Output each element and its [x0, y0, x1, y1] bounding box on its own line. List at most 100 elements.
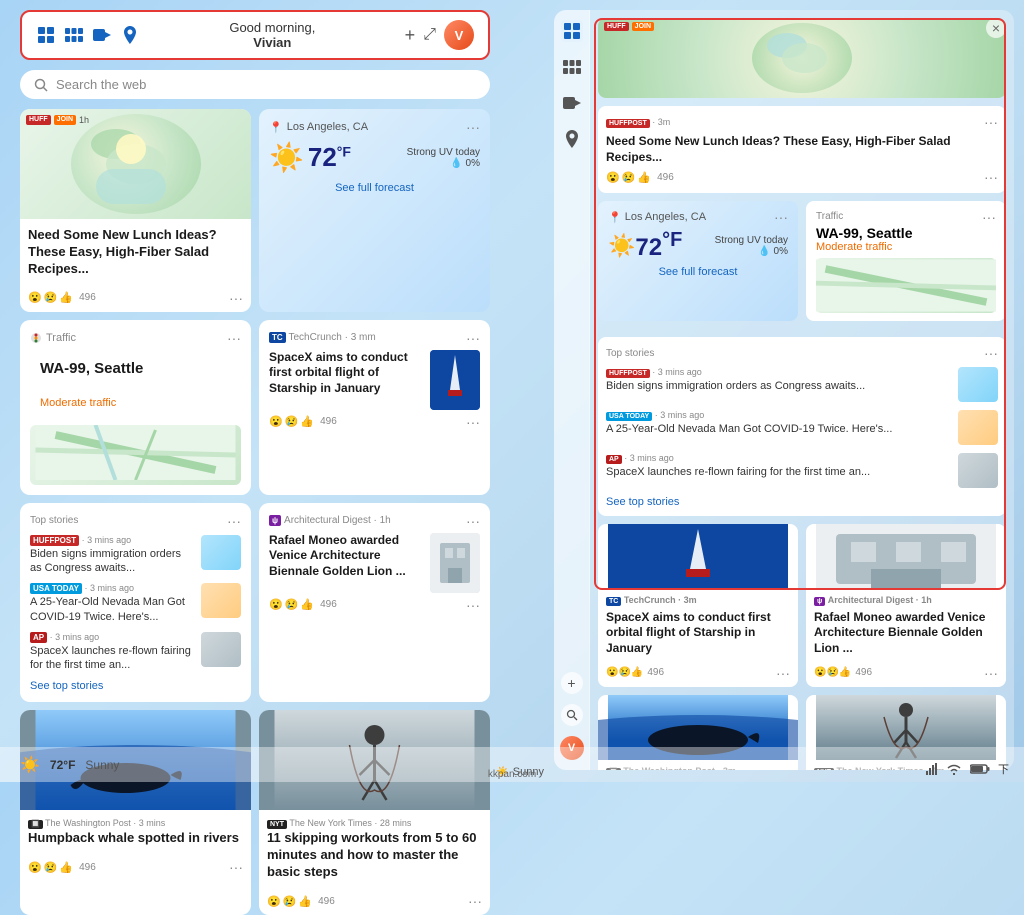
weather-card[interactable]: 📍 Los Angeles, CA ··· ☀️ 72°F Strong UV … — [259, 109, 490, 312]
more-menu-hero[interactable]: ··· — [229, 290, 243, 306]
rp-story-thumb-1 — [958, 367, 998, 402]
watermark: kkpan.com — [488, 769, 536, 780]
top-stories-label: Top stories ··· — [30, 513, 241, 529]
rp-hero-footer-menu[interactable]: ··· — [984, 169, 998, 185]
arch-card[interactable]: ψ Architectural Digest · 1h ··· Rafael M… — [259, 503, 490, 703]
rp-hero-image: HUFF JOIN — [598, 18, 1006, 98]
rp-spacex-menu[interactable]: ··· — [776, 665, 790, 681]
network-icon — [926, 763, 938, 775]
see-top-stories-link[interactable]: See top stories — [30, 680, 241, 692]
rp-salad-visual — [752, 23, 852, 93]
sidebar-add-btn[interactable]: + — [561, 672, 583, 694]
hero-article-card[interactable]: HUFF JOIN 1h Need Some New Lunch Ideas? … — [20, 109, 251, 312]
spacex-footer-menu[interactable]: ··· — [466, 414, 480, 430]
sidebar-video-icon[interactable] — [561, 92, 583, 114]
right-sidebar-icons: + V — [554, 10, 590, 770]
spacex-card[interactable]: TС TechCrunch · 3 mm ··· SpaceX aims to … — [259, 320, 490, 495]
story-item-3[interactable]: AP · 3 mins ago SpaceX launches re-flown… — [30, 632, 241, 673]
whale-footer-menu[interactable]: ··· — [229, 859, 243, 875]
whale-content: 🔲 The Washington Post · 3 mins Humpback … — [20, 810, 251, 855]
hero-article-headline: Need Some New Lunch Ideas? These Easy, H… — [28, 227, 243, 278]
traffic-more-menu[interactable]: ··· — [227, 330, 241, 346]
story-item-2[interactable]: USA TODAY · 3 mins ago A 25-Year-Old Nev… — [30, 583, 241, 624]
rp-huff-badge: HUFF — [604, 22, 629, 31]
rp-see-top-stories[interactable]: See top stories — [606, 496, 998, 508]
video-icon[interactable] — [92, 26, 112, 44]
weather-details: Strong UV today 💧 0% — [407, 147, 480, 169]
rp-hero-article-card[interactable]: HUFFPOST · 3m ··· Need Some New Lunch Id… — [598, 106, 1006, 193]
right-panel-content: HUFF JOIN HUFFPOST · 3m ··· Need Some Ne… — [590, 10, 1014, 770]
rp-story-1[interactable]: HUFFPOST · 3 mins ago Biden signs immigr… — [606, 367, 998, 402]
rp-sun-icon: ☀️ — [608, 233, 635, 259]
traffic-card[interactable]: Traffic ··· WA-99, Seattle Moderate traf… — [20, 320, 251, 495]
rp-top-stories-more[interactable]: ··· — [984, 345, 998, 361]
rp-weather-traffic-row: 📍 Los Angeles, CA ··· ☀️ 72°F Strong UV … — [598, 201, 1006, 329]
top-stories-more[interactable]: ··· — [227, 513, 241, 529]
usatoday-badge: USA TODAY — [30, 583, 82, 594]
home-icon[interactable] — [36, 26, 56, 44]
spacex-footer: 😮😢👍 496 ··· — [269, 410, 480, 430]
sidebar-location-icon[interactable] — [561, 128, 583, 150]
traffic-status: Moderate traffic — [30, 387, 241, 419]
weather-forecast-link[interactable]: See full forecast — [269, 182, 480, 194]
arch-footer: 😮😢👍 496 ··· — [269, 593, 480, 613]
story-text-2: USA TODAY · 3 mins ago A 25-Year-Old Nev… — [30, 583, 195, 624]
grid-icon[interactable] — [64, 26, 84, 44]
rp-story-3[interactable]: AP · 3 mins ago SpaceX launches re-flown… — [606, 453, 998, 488]
right-panel-close[interactable]: × — [986, 18, 1006, 38]
weather-more-menu[interactable]: ··· — [466, 119, 480, 135]
rp-traffic-location: WA-99, Seattle — [816, 225, 996, 241]
weather-location: 📍 Los Angeles, CA ··· — [269, 119, 480, 135]
bottom-sun-icon: ☀️ — [20, 755, 40, 775]
traffic-header: Traffic ··· — [30, 330, 241, 346]
whale-card[interactable]: 🔲 The Washington Post · 3 mins Humpback … — [20, 710, 251, 915]
rp-hero-footer: 😮😢👍 496 ··· — [606, 165, 998, 185]
story-source-1: HUFFPOST · 3 mins ago — [30, 535, 195, 545]
sidebar-search-btn[interactable] — [561, 704, 583, 726]
arch-image — [430, 533, 480, 593]
location-icon[interactable] — [120, 26, 140, 44]
story-thumb-2 — [201, 583, 241, 618]
arch-more-menu[interactable]: ··· — [466, 513, 480, 529]
arch-footer-menu[interactable]: ··· — [466, 597, 480, 613]
rp-arch-card[interactable]: ψ Architectural Digest · 1h Rafael Moneo… — [806, 524, 1006, 686]
weather-main-row: ☀️ 72°F Strong UV today 💧 0% — [269, 141, 480, 174]
rp-spacex-card[interactable]: TС TechCrunch · 3m SpaceX aims to conduc… — [598, 524, 798, 686]
sidebar-home-icon[interactable] — [561, 20, 583, 42]
rp-weather-more[interactable]: ··· — [774, 209, 788, 225]
top-bar-actions: + ⤢ V — [405, 20, 474, 50]
search-bar[interactable]: Search the web — [20, 70, 490, 99]
rp-arch-menu[interactable]: ··· — [984, 665, 998, 681]
hero-article-body: Need Some New Lunch Ideas? These Easy, H… — [20, 219, 251, 286]
right-panel-inner: + V HUFF JOIN — [554, 10, 1014, 770]
rp-forecast-link[interactable]: See full forecast — [608, 266, 788, 278]
workout-footer-menu[interactable]: ··· — [468, 893, 482, 909]
story-text-content-1: Biden signs immigration orders as Congre… — [30, 547, 195, 576]
add-icon[interactable]: + — [405, 25, 416, 46]
avatar[interactable]: V — [444, 20, 474, 50]
rp-top-stories-label: Top stories ··· — [606, 345, 998, 361]
spacex-reactions: 😮😢👍 — [269, 415, 314, 428]
sidebar-grid-icon[interactable] — [561, 56, 583, 78]
rp-traffic-card[interactable]: Traffic ··· WA-99, Seattle Moderate traf… — [806, 201, 1006, 321]
weather-temperature: 72°F — [308, 142, 351, 173]
top-stories-card: Top stories ··· HUFFPOST · 3 mins ago Bi… — [20, 503, 251, 703]
left-panel: Good morning, Vivian + ⤢ V Search the we… — [20, 10, 490, 770]
traffic-label: Traffic — [30, 332, 76, 344]
rp-arch-headline: ψ Architectural Digest · 1h Rafael Moneo… — [806, 589, 1006, 662]
rp-weather-card[interactable]: 📍 Los Angeles, CA ··· ☀️ 72°F Strong UV … — [598, 201, 798, 321]
expand-icon[interactable]: ⤢ — [423, 26, 436, 44]
rp-story-source-3: AP · 3 mins ago — [606, 453, 952, 463]
story-item-1[interactable]: HUFFPOST · 3 mins ago Biden signs immigr… — [30, 535, 241, 576]
rp-story-2[interactable]: USA TODAY · 3 mins ago A 25-Year-Old Nev… — [606, 410, 998, 445]
rp-hero-source: HUFFPOST · 3m — [606, 117, 670, 127]
arch-source: ψ Architectural Digest · 1h — [269, 515, 391, 526]
ap-badge: AP — [30, 632, 47, 643]
workout-card[interactable]: NYT The New York Times · 28 mins 11 skip… — [259, 710, 490, 915]
spacex-more-menu[interactable]: ··· — [466, 330, 480, 346]
join-badge: JOIN — [54, 115, 76, 125]
workout-headline: 11 skipping workouts from 5 to 60 minute… — [267, 830, 482, 881]
rp-hero-more-menu[interactable]: ··· — [984, 114, 998, 130]
rp-weather-location: 📍 Los Angeles, CA — [608, 211, 706, 224]
rp-traffic-more[interactable]: ··· — [982, 209, 996, 225]
